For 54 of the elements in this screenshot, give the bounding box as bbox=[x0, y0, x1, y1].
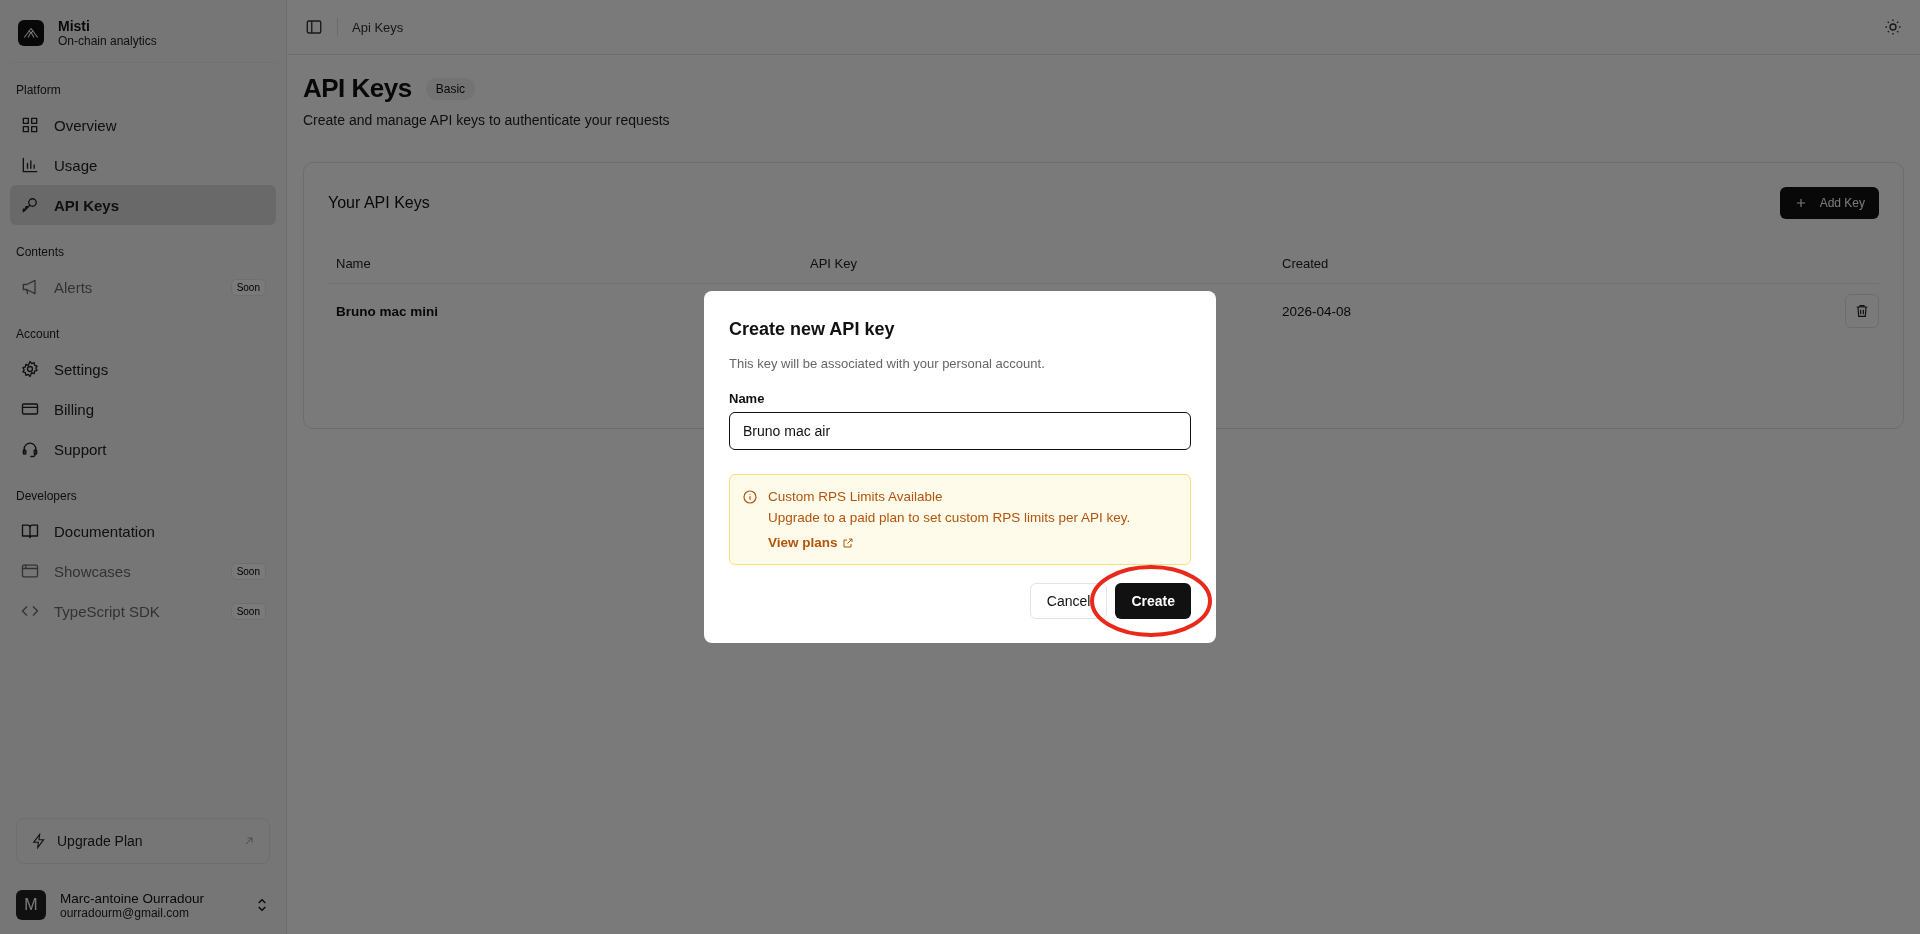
user-name: Marc-antoine Ourradour bbox=[60, 890, 206, 906]
plan-badge: Basic bbox=[425, 77, 476, 100]
info-icon bbox=[742, 489, 758, 505]
name-input-field[interactable]: Bruno mac air bbox=[729, 412, 1191, 450]
trash-icon bbox=[1854, 303, 1870, 319]
soon-badge: Soon bbox=[230, 562, 266, 580]
gear-icon bbox=[20, 359, 40, 379]
arrow-up-right-icon bbox=[243, 835, 255, 847]
nav-item[interactable]: Settings bbox=[10, 349, 276, 389]
created-date-cell-text: 2026-04-08 bbox=[1281, 303, 1353, 319]
nav-item[interactable]: Support bbox=[10, 429, 276, 469]
view-plans-link[interactable]: View plans bbox=[768, 535, 854, 550]
card-title: Your API Keys bbox=[328, 194, 430, 212]
external-link-icon bbox=[841, 536, 854, 549]
section-heading: Account bbox=[15, 326, 61, 343]
add-key-button[interactable]: Add Key bbox=[1779, 187, 1879, 219]
column-header: Created bbox=[1281, 255, 1330, 271]
nav-item[interactable]: API Keys bbox=[10, 185, 276, 225]
upgrade-plan-button[interactable]: Upgrade Plan bbox=[16, 818, 270, 864]
column-header: API Key bbox=[809, 255, 858, 271]
section-heading: Contents bbox=[15, 244, 66, 261]
soon-badge: Soon bbox=[230, 278, 266, 296]
brand-tagline: On-chain analytics bbox=[58, 34, 157, 48]
dialog-description: This key will be associated with your personal account. bbox=[729, 356, 1046, 371]
create-button[interactable]: Create bbox=[1115, 583, 1191, 619]
nav-item[interactable]: Billing bbox=[10, 389, 276, 429]
sidebar-toggle-icon[interactable] bbox=[305, 18, 323, 36]
user-menu[interactable]: M Marc-antoine Ourradour ourradourm@gmail.com bbox=[10, 884, 276, 934]
notice-text: Upgrade to a paid plan to set custom RPS limits per API key. bbox=[768, 510, 1131, 525]
user-email: ourradourm@gmail.com bbox=[60, 905, 190, 920]
sun-icon[interactable] bbox=[1884, 18, 1902, 36]
avatar: M bbox=[16, 890, 46, 920]
nav-item[interactable]: Documentation bbox=[10, 511, 276, 551]
page-title: API Keys bbox=[303, 73, 412, 104]
breadcrumb: Api Keys bbox=[352, 19, 404, 35]
section-heading: Platform bbox=[15, 82, 62, 99]
nav-item[interactable]: Usage bbox=[10, 145, 276, 185]
lightning-icon bbox=[31, 833, 47, 849]
delete-button[interactable] bbox=[1845, 294, 1879, 328]
nav-item[interactable]: Overview bbox=[10, 105, 276, 145]
soon-badge: Soon bbox=[230, 602, 266, 620]
key-name-cell-text: Bruno mac mini bbox=[335, 303, 439, 319]
field-label: Name bbox=[729, 391, 766, 406]
dialog-title: Create new API key bbox=[729, 319, 896, 340]
bar-chart-icon bbox=[20, 155, 40, 175]
page-subtitle: Create and manage API keys to authenticate your requests bbox=[303, 112, 671, 128]
brand-name: Misti bbox=[58, 18, 91, 34]
cancel-button[interactable]: Cancel bbox=[1029, 583, 1108, 619]
mountain-logo-icon bbox=[18, 20, 44, 46]
notice-title: Custom RPS Limits Available bbox=[768, 489, 944, 504]
section-heading: Developers bbox=[15, 488, 78, 505]
grid-icon bbox=[20, 115, 40, 135]
column-header: Name bbox=[335, 255, 372, 271]
key-icon bbox=[20, 195, 40, 215]
